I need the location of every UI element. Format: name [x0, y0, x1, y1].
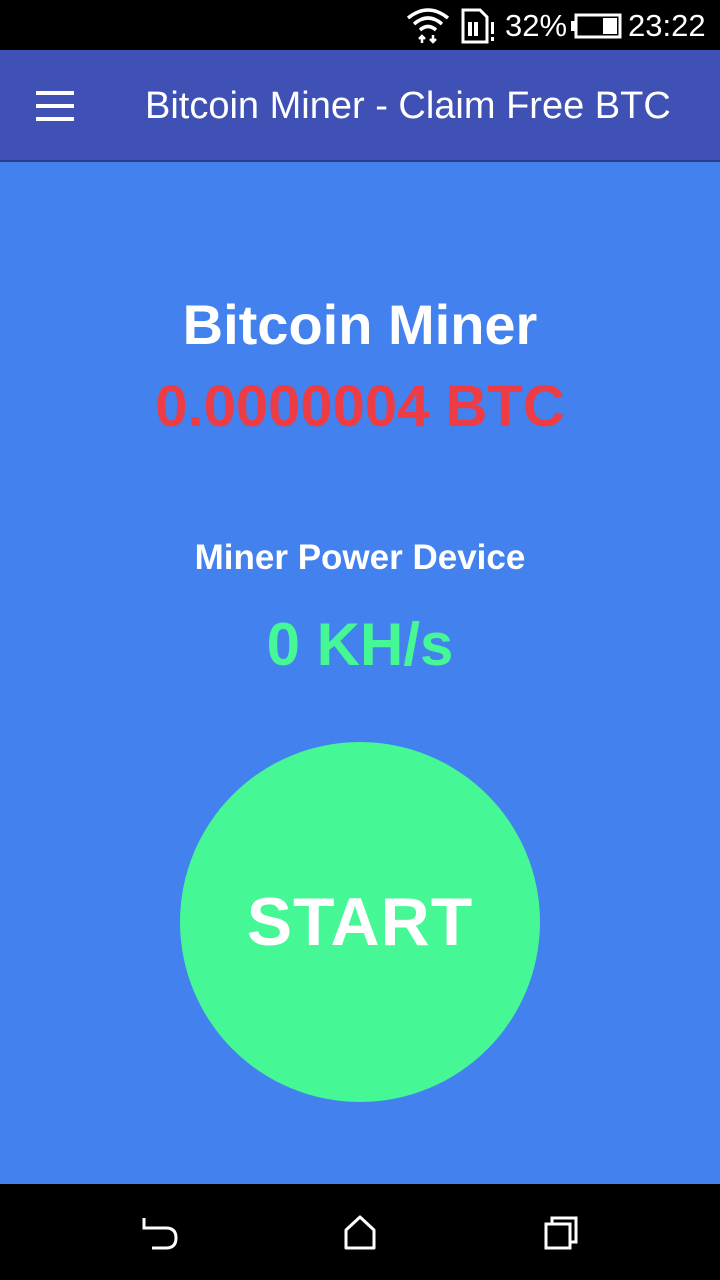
hamburger-menu-icon[interactable]	[36, 91, 76, 121]
menu-line	[36, 117, 74, 121]
menu-line	[36, 91, 74, 95]
screen: 32% 23:22 Bitcoin Miner - Claim Free BTC…	[0, 0, 720, 1280]
nav-bar	[0, 1184, 720, 1280]
menu-line	[36, 104, 74, 108]
start-button[interactable]: START	[180, 742, 540, 1102]
app-bar: Bitcoin Miner - Claim Free BTC	[0, 50, 720, 162]
clock: 23:22	[628, 8, 706, 43]
wifi-icon	[406, 8, 450, 44]
back-icon[interactable]	[138, 1212, 182, 1252]
recent-apps-icon[interactable]	[538, 1212, 582, 1252]
hashrate-value: 0 KH/s	[266, 611, 454, 678]
battery-percent: 32%	[505, 8, 568, 43]
miner-power-label: Miner Power Device	[194, 538, 526, 577]
sim-alert-icon	[461, 8, 494, 44]
miner-heading: Bitcoin Miner	[182, 293, 538, 356]
status-bar: 32% 23:22	[0, 0, 720, 50]
btc-balance: 0.0000004 BTC	[155, 374, 565, 439]
home-icon[interactable]	[338, 1212, 382, 1252]
battery-icon	[571, 13, 622, 39]
app-title: Bitcoin Miner - Claim Free BTC	[145, 85, 671, 127]
start-button-label: START	[246, 884, 474, 960]
